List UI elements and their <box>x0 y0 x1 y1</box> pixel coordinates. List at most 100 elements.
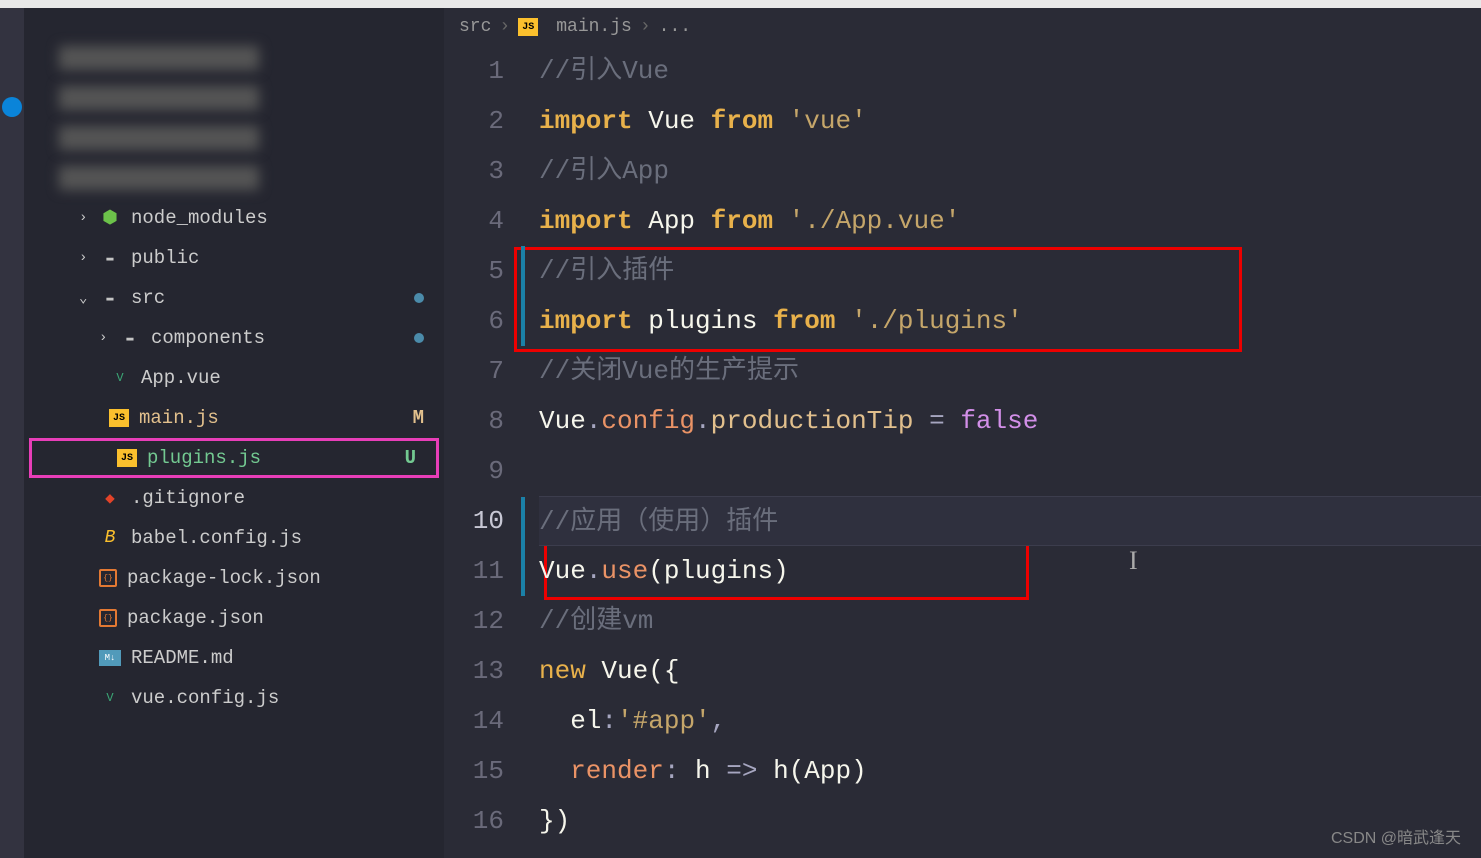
tree-item-label: public <box>131 247 199 269</box>
code-token: : <box>601 706 617 736</box>
modified-indicator-icon <box>414 293 424 303</box>
code-line[interactable]: el:'#app', <box>539 696 1481 746</box>
code-line[interactable]: Vue.config.productionTip = false <box>539 396 1481 446</box>
json-icon: {} <box>99 569 117 587</box>
code-token: plugins <box>664 556 773 586</box>
tree-item-label: vue.config.js <box>131 687 279 709</box>
breadcrumb-part[interactable]: src <box>459 17 491 37</box>
code-line[interactable]: //引入App <box>539 146 1481 196</box>
chevron-icon[interactable]: › <box>79 210 99 226</box>
chevron-icon[interactable]: ⌄ <box>79 290 99 307</box>
tree-item-label: src <box>131 287 165 309</box>
code-token: => <box>711 756 773 786</box>
activity-bar <box>0 8 24 858</box>
code-token: './App.vue' <box>773 206 960 236</box>
blurred-item[interactable] <box>24 158 444 198</box>
md-icon: M↓ <box>99 650 121 666</box>
chevron-icon[interactable]: › <box>99 330 119 346</box>
code-token: . <box>695 406 711 436</box>
chevron-icon[interactable]: › <box>79 250 99 266</box>
folder-public[interactable]: ›▬public <box>24 238 444 278</box>
blurred-item[interactable] <box>24 118 444 158</box>
code-token: plugins <box>633 306 773 336</box>
file-plugins-js[interactable]: JS plugins.js U <box>29 438 439 478</box>
js-icon: JS <box>109 409 129 427</box>
modified-line-indicator-icon <box>521 546 525 596</box>
blurred-item[interactable] <box>24 38 444 78</box>
code-token: //引入插件 <box>539 256 674 286</box>
code-token: //引入App <box>539 156 669 186</box>
breadcrumb[interactable]: src › JS main.js › ... <box>444 8 1481 46</box>
line-number: 16 <box>444 796 504 846</box>
tree-item-label: plugins.js <box>147 447 261 469</box>
git-status-badge: M <box>413 407 424 429</box>
code-token: from <box>711 206 773 236</box>
code-editor[interactable]: 12345678910111213141516 I //引入Vueimport … <box>444 46 1481 858</box>
code-token: = <box>914 406 961 436</box>
json-icon: {} <box>99 609 117 627</box>
line-number: 2 <box>444 96 504 146</box>
code-line[interactable]: Vue.use(plugins) <box>539 546 1481 596</box>
tree-item-label: main.js <box>139 407 219 429</box>
line-number: 15 <box>444 746 504 796</box>
code-token: 'vue' <box>773 106 867 136</box>
modified-line-indicator-icon <box>521 497 525 547</box>
folder-src[interactable]: ⌄▬src <box>24 278 444 318</box>
blurred-content <box>59 166 259 190</box>
editor-area: src › JS main.js › ... 12345678910111213… <box>444 8 1481 858</box>
line-number: 11 <box>444 546 504 596</box>
line-number: 13 <box>444 646 504 696</box>
code-line[interactable]: //应用（使用）插件 <box>539 496 1481 546</box>
line-number: 7 <box>444 346 504 396</box>
file-package-json[interactable]: {}package.json <box>24 598 444 638</box>
code-line[interactable]: //关闭Vue的生产提示 <box>539 346 1481 396</box>
file-README-md[interactable]: M↓ README.md <box>24 638 444 678</box>
breadcrumb-part[interactable]: ... <box>659 17 691 37</box>
code-token: use <box>601 556 648 586</box>
breadcrumb-separator-icon: › <box>640 17 651 37</box>
tree-item-label: babel.config.js <box>131 527 302 549</box>
folder-node_modules[interactable]: ›⬢node_modules <box>24 198 444 238</box>
breadcrumb-part[interactable]: main.js <box>556 17 632 37</box>
code-token: './plugins' <box>835 306 1022 336</box>
code-token: . <box>586 406 602 436</box>
code-token: h <box>695 756 711 786</box>
code-line[interactable]: import App from './App.vue' <box>539 196 1481 246</box>
tree-item-label: README.md <box>131 647 234 669</box>
code-line[interactable]: //引入Vue <box>539 46 1481 96</box>
file-main-js[interactable]: JS main.js M <box>24 398 444 438</box>
line-number: 6 <box>444 296 504 346</box>
file-package-lock-json[interactable]: {}package-lock.json <box>24 558 444 598</box>
code-line[interactable]: import plugins from './plugins' <box>539 296 1481 346</box>
code-token: config <box>601 406 695 436</box>
code-token: , <box>711 706 727 736</box>
code-token: App <box>633 206 711 236</box>
file--gitignore[interactable]: ◆.gitignore <box>24 478 444 518</box>
js-file-icon: JS <box>518 18 538 36</box>
tree-item-label: node_modules <box>131 207 268 229</box>
code-token: ( <box>789 756 805 786</box>
code-token: import <box>539 206 633 236</box>
git-status-badge: U <box>405 447 416 469</box>
code-line[interactable]: new Vue({ <box>539 646 1481 696</box>
code-line[interactable]: //创建vm <box>539 596 1481 646</box>
line-number: 8 <box>444 396 504 446</box>
js-icon: JS <box>117 449 137 467</box>
folder-components[interactable]: ›▬components <box>24 318 444 358</box>
file-App-vue[interactable]: VApp.vue <box>24 358 444 398</box>
folder-icon: ▬ <box>119 327 141 349</box>
code-token: new <box>539 656 586 686</box>
activity-icon[interactable] <box>2 97 22 117</box>
code-content[interactable]: I //引入Vueimport Vue from 'vue'//引入Appimp… <box>539 46 1481 858</box>
code-line[interactable]: render: h => h(App) <box>539 746 1481 796</box>
code-token: from <box>711 106 773 136</box>
code-line[interactable]: //引入插件 <box>539 246 1481 296</box>
babel-icon: B <box>99 527 121 549</box>
file-vue-config-js[interactable]: Vvue.config.js <box>24 678 444 718</box>
code-line[interactable]: import Vue from 'vue' <box>539 96 1481 146</box>
code-line[interactable] <box>539 446 1481 496</box>
blurred-item[interactable] <box>24 78 444 118</box>
modified-indicator-icon <box>414 333 424 343</box>
file-babel-config-js[interactable]: Bbabel.config.js <box>24 518 444 558</box>
code-token: App <box>804 756 851 786</box>
